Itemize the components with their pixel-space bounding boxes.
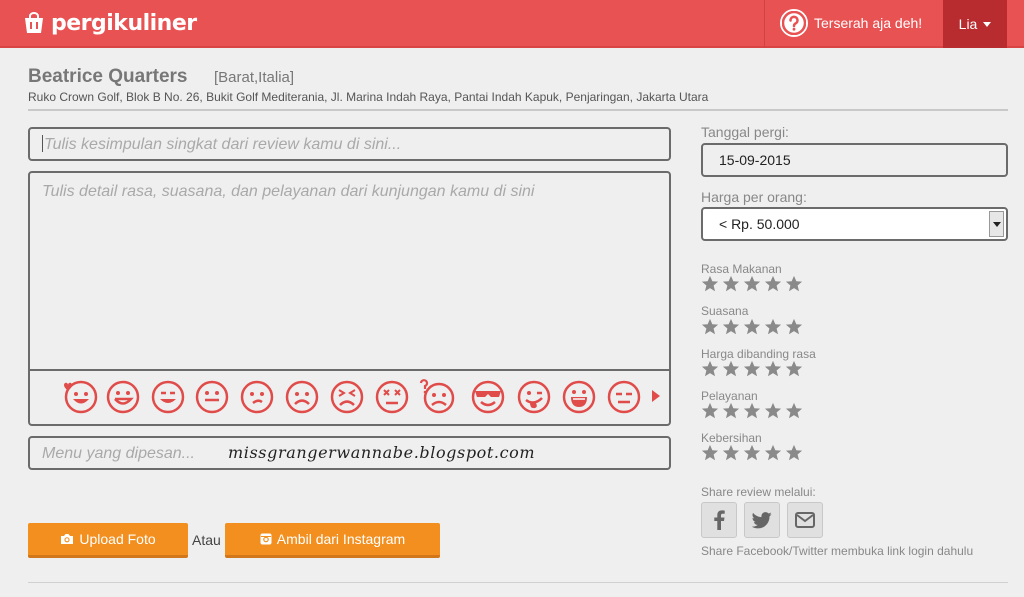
- star-icon[interactable]: [701, 444, 719, 462]
- place-name[interactable]: Beatrice Quarters: [28, 66, 187, 88]
- star-icon[interactable]: [722, 318, 740, 336]
- select-arrow-icon[interactable]: [989, 211, 1004, 237]
- visit-date-label: Tanggal pergi:: [701, 124, 789, 140]
- share-facebook-button[interactable]: [701, 502, 737, 538]
- shopping-bag-icon: [22, 12, 46, 34]
- instagram-icon: [260, 533, 272, 545]
- review-detail-textarea[interactable]: Tulis detail rasa, suasana, dan pelayana…: [28, 171, 671, 426]
- question-icon: [780, 9, 808, 37]
- visit-date-input[interactable]: 15-09-2015: [701, 143, 1008, 177]
- star-icon[interactable]: [701, 360, 719, 378]
- rating-stars-value[interactable]: [701, 360, 803, 378]
- star-icon[interactable]: [785, 275, 803, 293]
- star-icon[interactable]: [743, 318, 761, 336]
- random-suggestion-link[interactable]: Terserah aja deh!: [780, 8, 922, 38]
- caret-down-icon: [983, 21, 992, 27]
- emoji-bar: [30, 369, 669, 424]
- share-note: Share Facebook/Twitter membuka link logi…: [701, 544, 974, 558]
- star-icon[interactable]: [764, 444, 782, 462]
- emoji-next-arrow-icon[interactable]: [652, 390, 660, 402]
- love-emoji-icon[interactable]: [62, 378, 98, 414]
- facebook-icon: [714, 510, 725, 530]
- dizzy-emoji-icon[interactable]: [374, 378, 410, 414]
- star-icon[interactable]: [722, 402, 740, 420]
- header-divider: [764, 0, 765, 48]
- share-label: Share review melalui:: [701, 485, 816, 499]
- star-icon[interactable]: [764, 318, 782, 336]
- star-icon[interactable]: [785, 318, 803, 336]
- meh-emoji-icon[interactable]: [239, 378, 275, 414]
- menu-placeholder: Menu yang dipesan...: [42, 445, 195, 462]
- star-icon[interactable]: [701, 275, 719, 293]
- price-per-person-select[interactable]: < Rp. 50.000: [701, 207, 1008, 241]
- share-twitter-button[interactable]: [744, 502, 780, 538]
- star-icon[interactable]: [722, 360, 740, 378]
- top-navbar: pergikuliner Terserah aja deh! Lia: [0, 0, 1024, 48]
- star-icon[interactable]: [743, 275, 761, 293]
- smile-emoji-icon[interactable]: [105, 378, 141, 414]
- help-label: Terserah aja deh!: [814, 15, 923, 31]
- divider: [28, 582, 1008, 583]
- price-selected-value: < Rp. 50.000: [719, 216, 800, 232]
- review-summary-input[interactable]: Tulis kesimpulan singkat dari review kam…: [28, 127, 671, 161]
- star-icon[interactable]: [701, 318, 719, 336]
- email-icon: [795, 512, 815, 528]
- place-category: [Barat,Italia]: [214, 69, 295, 86]
- upload-photo-label: Upload Foto: [79, 531, 156, 547]
- star-icon[interactable]: [722, 444, 740, 462]
- neutral-emoji-icon[interactable]: [606, 378, 642, 414]
- star-icon[interactable]: [743, 360, 761, 378]
- logo-text: pergikuliner: [51, 10, 197, 36]
- star-icon[interactable]: [785, 444, 803, 462]
- tongue-emoji-icon[interactable]: [516, 378, 552, 414]
- twitter-icon: [752, 511, 772, 528]
- sad-emoji-icon[interactable]: [284, 378, 320, 414]
- user-menu-dropdown[interactable]: Lia: [943, 0, 1007, 48]
- star-icon[interactable]: [743, 444, 761, 462]
- star-icon[interactable]: [764, 402, 782, 420]
- rating-label-ambience: Suasana: [701, 304, 749, 318]
- rating-label-service: Pelayanan: [701, 389, 758, 403]
- or-label: Atau: [192, 532, 221, 548]
- rating-label-cleanliness: Kebersihan: [701, 431, 762, 445]
- place-address: Ruko Crown Golf, Blok B No. 26, Bukit Go…: [28, 90, 709, 104]
- crying-emoji-icon[interactable]: [329, 378, 365, 414]
- star-icon[interactable]: [743, 402, 761, 420]
- watermark-text: missgrangerwannabe.blogspot.com: [228, 443, 536, 462]
- summary-placeholder: Tulis kesimpulan singkat dari review kam…: [44, 136, 402, 153]
- laugh-emoji-icon[interactable]: [561, 378, 597, 414]
- rating-label-value: Harga dibanding rasa: [701, 347, 816, 361]
- instagram-import-button[interactable]: Ambil dari Instagram: [225, 523, 440, 558]
- cool-emoji-icon[interactable]: [470, 378, 506, 414]
- share-email-button[interactable]: [787, 502, 823, 538]
- happy-emoji-icon[interactable]: [194, 378, 230, 414]
- logo[interactable]: pergikuliner: [22, 8, 197, 38]
- instagram-import-label: Ambil dari Instagram: [276, 531, 406, 547]
- price-label: Harga per orang:: [701, 189, 807, 205]
- rating-stars-service[interactable]: [701, 402, 803, 420]
- star-icon[interactable]: [722, 275, 740, 293]
- confused-emoji-icon[interactable]: [419, 378, 455, 414]
- star-icon[interactable]: [785, 402, 803, 420]
- star-icon[interactable]: [764, 360, 782, 378]
- star-icon[interactable]: [764, 275, 782, 293]
- divider: [28, 109, 1008, 111]
- star-icon[interactable]: [785, 360, 803, 378]
- text-cursor: [42, 135, 43, 152]
- rating-label-taste: Rasa Makanan: [701, 262, 782, 276]
- user-name: Lia: [958, 16, 978, 32]
- grin-emoji-icon[interactable]: [150, 378, 186, 414]
- rating-stars-taste[interactable]: [701, 275, 803, 293]
- detail-placeholder: Tulis detail rasa, suasana, dan pelayana…: [42, 183, 535, 200]
- rating-stars-ambience[interactable]: [701, 318, 803, 336]
- camera-icon: [61, 534, 74, 544]
- upload-photo-button[interactable]: Upload Foto: [28, 523, 188, 558]
- star-icon[interactable]: [701, 402, 719, 420]
- rating-stars-cleanliness[interactable]: [701, 444, 803, 462]
